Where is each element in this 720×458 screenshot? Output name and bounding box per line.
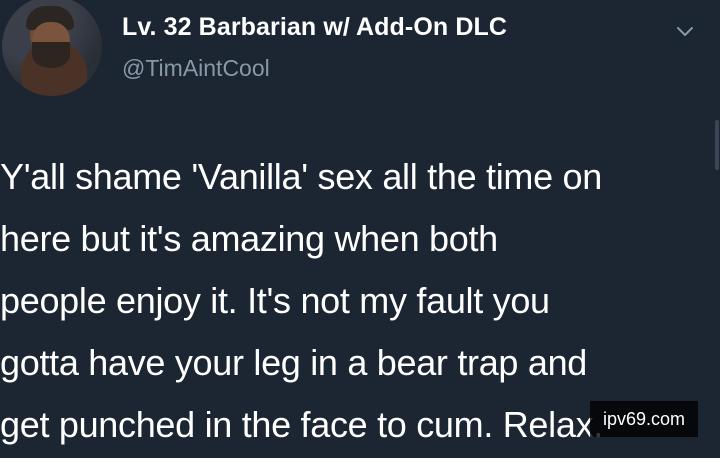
user-handle[interactable]: @TimAintCool <box>122 55 270 82</box>
tweet-card: Lv. 32 Barbarian w/ Add-On DLC @TimAintC… <box>0 0 720 458</box>
tweet-text-line: gotta have your leg in a bear trap and <box>0 342 588 383</box>
scrollbar[interactable] <box>715 120 719 170</box>
avatar-beard <box>32 42 70 68</box>
tweet-text-line: Y'all shame 'Vanilla' sex all the time o… <box>0 156 602 197</box>
display-name[interactable]: Lv. 32 Barbarian w/ Add-On DLC <box>122 13 507 42</box>
watermark: ipv69.com <box>590 401 698 437</box>
chevron-down-icon[interactable] <box>675 24 695 40</box>
tweet-text-line: here but it's amazing when both <box>0 218 498 259</box>
tweet-text-line: people enjoy it. It's not my fault you <box>0 280 550 321</box>
avatar[interactable] <box>2 0 102 96</box>
